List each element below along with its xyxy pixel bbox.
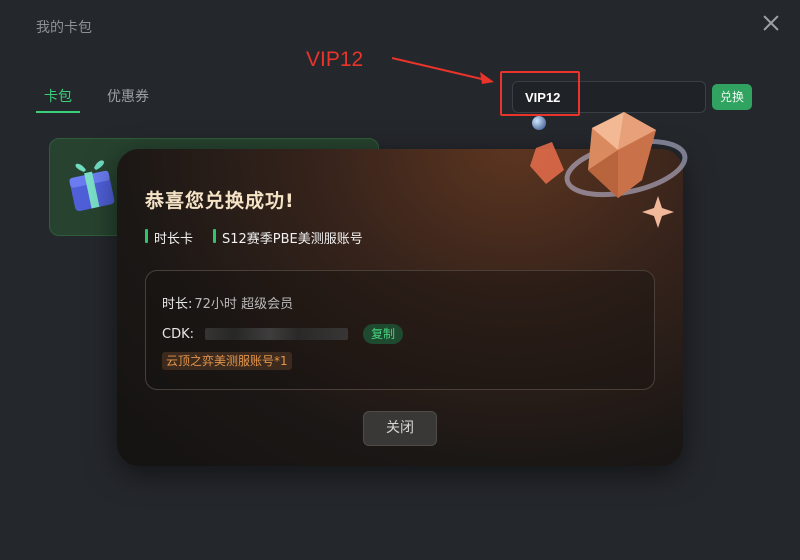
sparkle-icon [642,196,674,228]
tag-pbe-account: S12赛季PBE美测服账号 [213,228,363,247]
dialog-title: 恭喜您兑换成功! [145,190,295,212]
diamond-gem-icon [530,112,688,228]
tab-coupons[interactable]: 优惠券 [107,86,149,106]
copy-button[interactable]: 复制 [363,324,403,344]
cdk-value-redacted [205,328,348,340]
duration-label: 时长: [162,297,193,312]
active-tab-underline [36,111,80,113]
annotation-label: VIP12 [306,48,364,71]
card-wallet-window: 我的卡包 卡包 优惠券 VIP12 兑换 VIP12 恭喜您兑换成功! 时长卡 … [0,0,800,560]
cdk-row: CDK: [162,327,194,342]
tag-duration-card: 时长卡 [145,228,193,247]
bubble-decoration [532,116,546,130]
tab-card-wallet[interactable]: 卡包 [44,86,72,106]
cdk-label: CDK: [162,327,194,342]
close-icon[interactable] [760,12,782,34]
window-title: 我的卡包 [36,20,92,36]
annotation-arrow [391,57,494,84]
redeem-button[interactable]: 兑换 [712,84,752,110]
duration-row: 时长: 72小时 超级会员 [162,293,293,312]
close-dialog-button[interactable]: 关闭 [363,411,437,446]
reward-badge: 云顶之弈美测服账号*1 [162,352,292,370]
duration-value: 72小时 超级会员 [194,297,294,312]
